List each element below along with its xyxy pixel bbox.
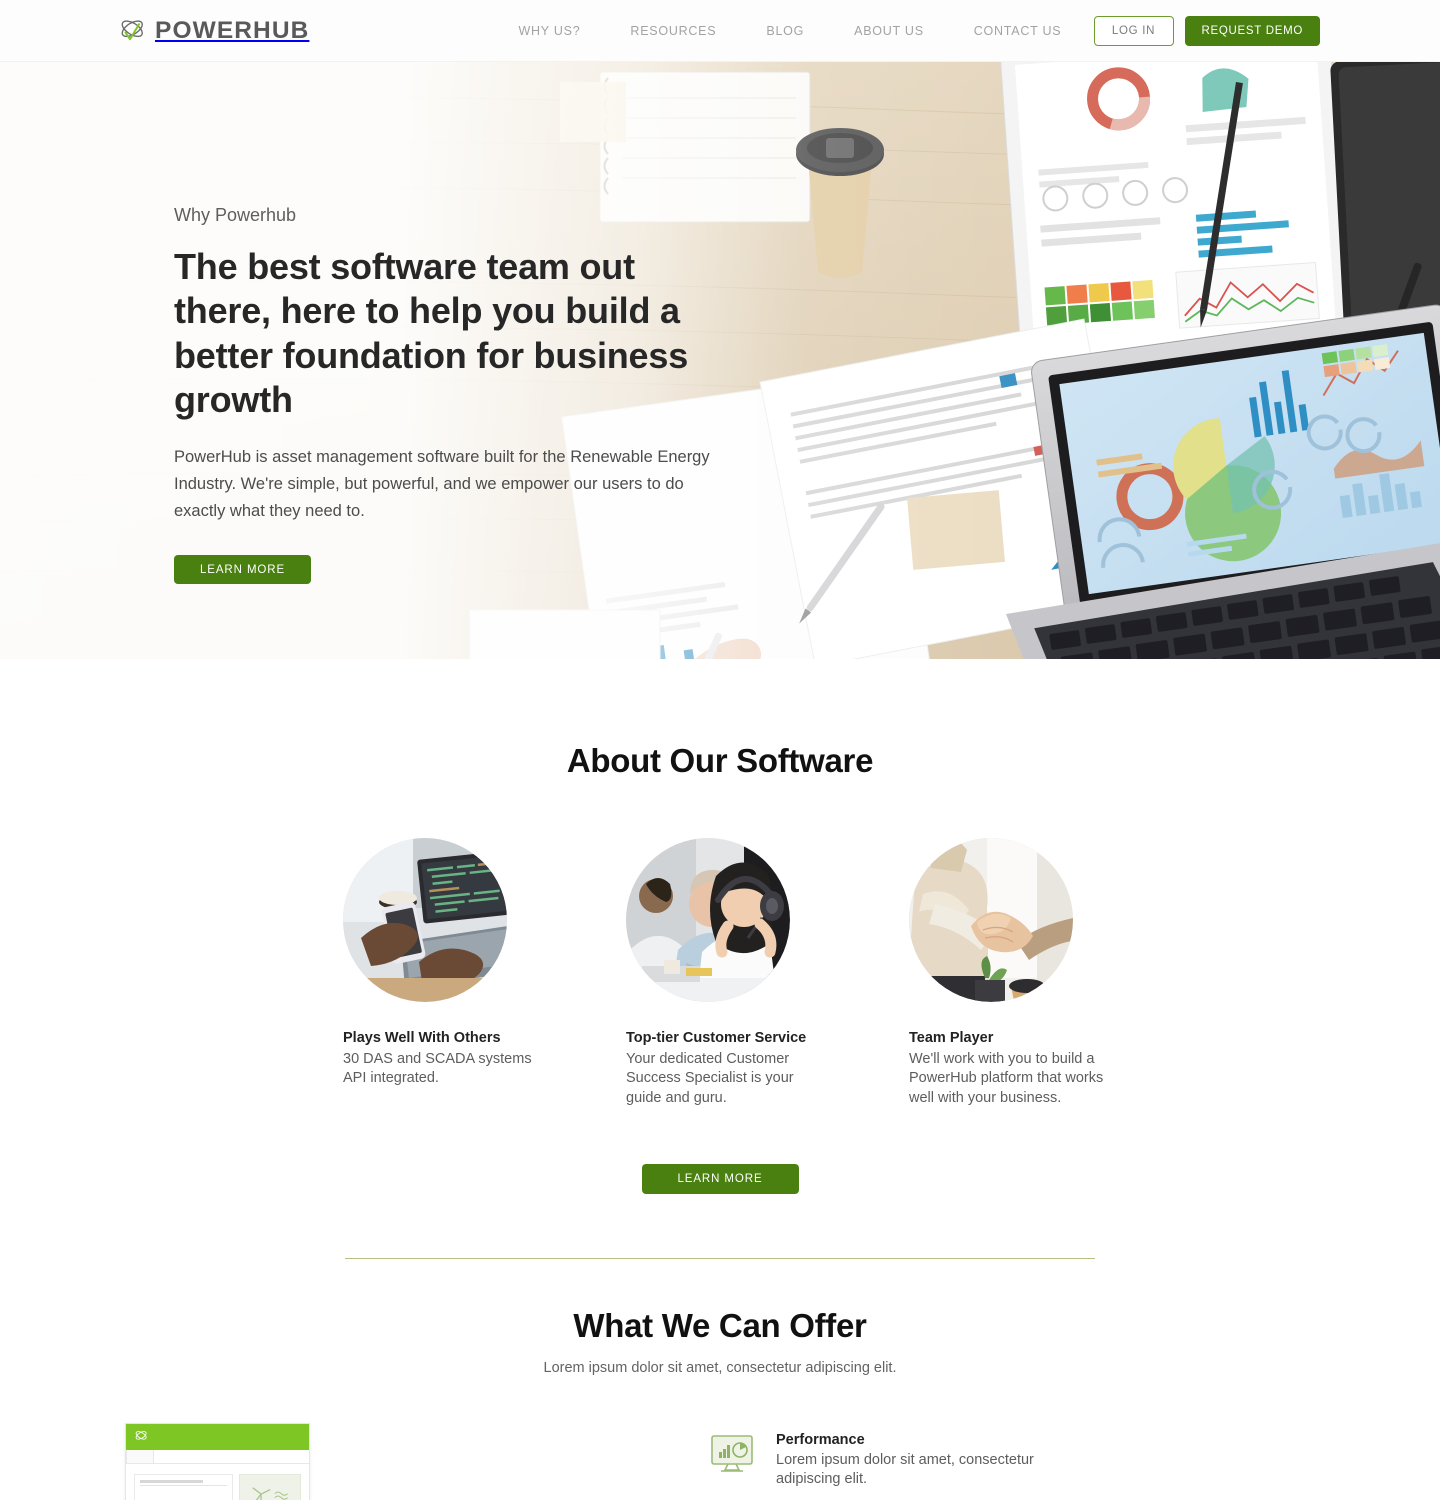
offer-section: What We Can Offer Lorem ipsum dolor sit … xyxy=(0,1259,1440,1500)
offer-item: Performance Lorem ipsum dolor sit amet, … xyxy=(710,1432,1320,1490)
about-card-text: 30 DAS and SCADA systems API integrated. xyxy=(343,1051,532,1087)
offer-item-text: Lorem ipsum dolor sit amet, consectetur … xyxy=(776,1451,1034,1488)
logo-wordmark: POWERHUB xyxy=(155,16,310,44)
log-in-button[interactable]: LOG IN xyxy=(1093,16,1174,46)
site-header: POWERHUB WHY US? RESOURCES BLOG ABOUT US… xyxy=(0,0,1440,62)
offer-items: Performance Lorem ipsum dolor sit amet, … xyxy=(620,1423,1320,1500)
header-actions: LOG IN REQUEST DEMO xyxy=(1093,16,1320,46)
offer-section-title: What We Can Offer xyxy=(573,1306,867,1344)
handshake-photo xyxy=(909,838,1073,1002)
about-learn-more-button[interactable]: LEARN MORE xyxy=(641,1163,799,1194)
request-demo-button[interactable]: REQUEST DEMO xyxy=(1184,16,1320,46)
nav-why-us[interactable]: WHY US? xyxy=(518,24,580,38)
about-card: Plays Well With Others 30 DAS and SCADA … xyxy=(343,838,543,1108)
about-section-title: About Our Software xyxy=(566,742,874,779)
about-card-title: Plays Well With Others xyxy=(343,1030,501,1046)
hero-title: The best software team out there, here t… xyxy=(174,246,689,420)
about-card: Team Player We'll work with you to build… xyxy=(909,838,1109,1108)
about-card: Top-tier Customer Service Your dedicated… xyxy=(626,838,826,1108)
nav-blog[interactable]: BLOG xyxy=(766,24,804,38)
main-navigation: WHY US? RESOURCES BLOG ABOUT US CONTACT … xyxy=(518,24,1061,38)
hero-learn-more-button[interactable]: LEARN MORE xyxy=(174,555,312,585)
logo-link[interactable]: POWERHUB xyxy=(118,16,309,46)
about-cards: Plays Well With Others 30 DAS and SCADA … xyxy=(0,838,1440,1108)
hero-description: PowerHub is asset management software bu… xyxy=(174,448,710,520)
hero-eyebrow: Why Powerhub xyxy=(174,205,297,225)
offer-subtitle: Lorem ipsum dolor sit amet, consectetur … xyxy=(543,1359,897,1376)
nav-resources[interactable]: RESOURCES xyxy=(630,24,716,38)
about-cta-wrap: LEARN MORE xyxy=(0,1163,1440,1194)
powerhub-dashboard-screenshots: !! Acknowledgement Report Weather Adjust… xyxy=(120,1422,590,1500)
about-card-title: Team Player xyxy=(909,1030,994,1046)
dashboard-window-primary xyxy=(125,1422,310,1500)
offer-body: !! Acknowledgement Report Weather Adjust… xyxy=(0,1422,1440,1500)
about-card-text: Your dedicated Customer Success Speciali… xyxy=(626,1051,794,1106)
monitor-chart-icon xyxy=(710,1432,758,1490)
offer-item-title: Performance xyxy=(776,1431,865,1448)
developer-at-laptop-photo xyxy=(343,838,507,1002)
hero-section: Why Powerhub The best software team out … xyxy=(0,62,1440,659)
customer-service-headset-photo xyxy=(626,838,790,1002)
about-card-text: We'll work with you to build a PowerHub … xyxy=(909,1051,1104,1106)
atom-check-logo-icon xyxy=(118,16,148,46)
hero-content: Why Powerhub The best software team out … xyxy=(0,62,720,585)
about-software-section: About Our Software Plays Well With Other… xyxy=(0,659,1440,1259)
nav-about-us[interactable]: ABOUT US xyxy=(854,24,924,38)
about-card-title: Top-tier Customer Service xyxy=(626,1030,807,1046)
nav-contact-us[interactable]: CONTACT US xyxy=(974,24,1062,38)
